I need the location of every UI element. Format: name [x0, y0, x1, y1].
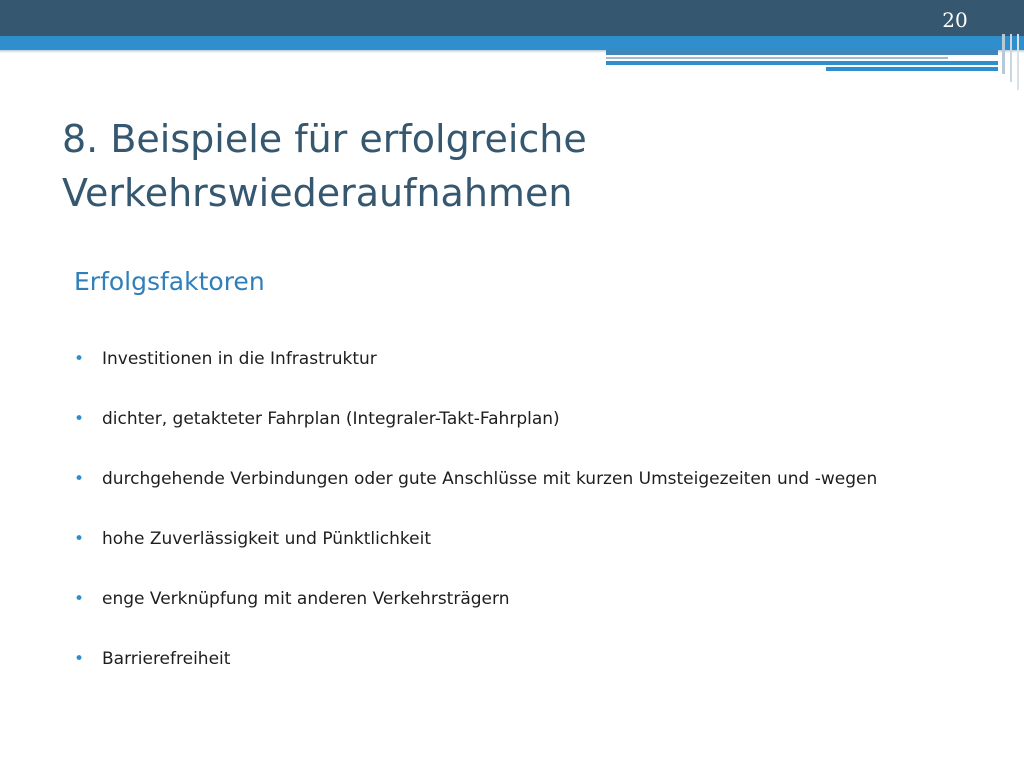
bullet-item: • durchgehende Verbindungen oder gute An… — [74, 465, 994, 525]
decorative-edge-line — [1002, 34, 1005, 74]
bullet-icon: • — [74, 529, 85, 549]
bullet-text: hohe Zuverlässigkeit und Pünktlichkeit — [102, 529, 432, 549]
bullet-item: • Investitionen in die Infrastruktur — [74, 345, 994, 405]
bullet-text: Investitionen in die Infrastruktur — [102, 349, 377, 369]
bullet-icon: • — [74, 469, 85, 489]
bullet-icon: • — [74, 649, 85, 669]
decorative-stripe — [826, 67, 998, 71]
bullet-item: • dichter, getakteter Fahrplan (Integral… — [74, 405, 994, 465]
slide-title: 8. Beispiele für erfolgreiche Verkehrswi… — [62, 117, 587, 215]
bullet-list: • Investitionen in die Infrastruktur • d… — [74, 345, 994, 705]
bullet-icon: • — [74, 349, 85, 369]
bullet-text: enge Verknüpfung mit anderen Verkehrsträ… — [102, 589, 510, 609]
slide-subtitle: Erfolgsfaktoren — [74, 267, 265, 296]
slide: 20 8. Beispiele für erfolgreiche Verkehr… — [0, 0, 1024, 768]
decorative-stripe — [606, 57, 948, 59]
header-band — [0, 0, 1024, 36]
bullet-icon: • — [74, 409, 85, 429]
bullet-icon: • — [74, 589, 85, 609]
bullet-text: durchgehende Verbindungen oder gute Ansc… — [102, 469, 878, 489]
bullet-item: • Barrierefreiheit — [74, 645, 994, 705]
slide-number: 20 — [942, 8, 968, 32]
bullet-item: • hohe Zuverlässigkeit und Pünktlichkeit — [74, 525, 994, 585]
decorative-stripe — [606, 50, 998, 55]
bullet-item: • enge Verknüpfung mit anderen Verkehrst… — [74, 585, 994, 645]
bullet-text: Barrierefreiheit — [102, 649, 231, 669]
decorative-stripe — [606, 61, 998, 65]
bullet-text: dichter, getakteter Fahrplan (Integraler… — [102, 409, 560, 429]
decorative-edge-line — [1017, 34, 1019, 90]
header-accent-band — [0, 36, 1024, 50]
decorative-edge-line — [1010, 34, 1012, 82]
